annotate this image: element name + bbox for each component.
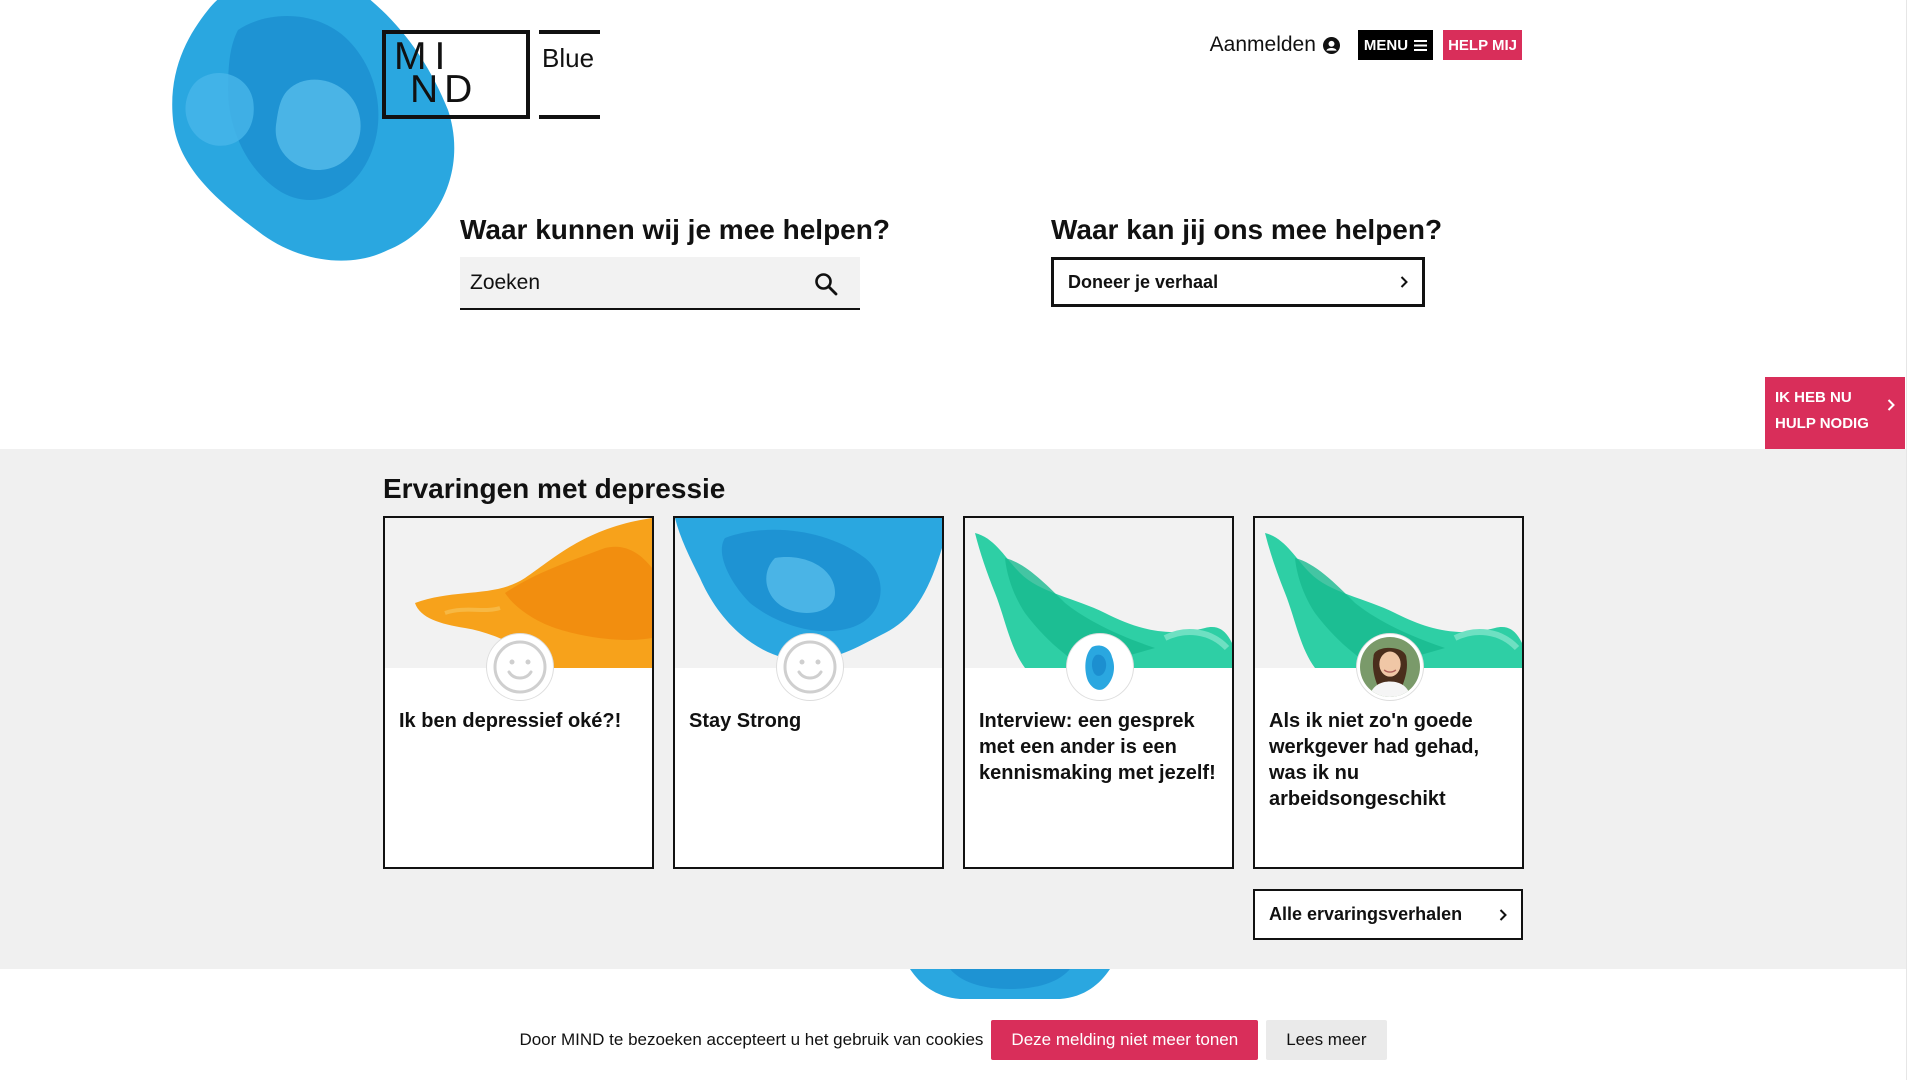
cookie-text: Door MIND te bezoeken accepteert u het g…	[519, 1030, 984, 1049]
top-nav: Aanmelden MENU HELP MIJ	[1210, 30, 1522, 60]
smiley-icon	[777, 634, 843, 700]
signin-link[interactable]: Aanmelden	[1210, 33, 1340, 57]
donate-story-button[interactable]: Doneer je verhaal	[1051, 257, 1425, 307]
search-section: Waar kunnen wij je mee helpen?	[460, 214, 890, 310]
logo-nd: ND	[410, 68, 479, 111]
chevron-right-icon	[1400, 276, 1408, 288]
signin-label: Aanmelden	[1209, 33, 1316, 56]
help-label: HELP MIJ	[1448, 36, 1517, 54]
all-stories-label: Alle ervaringsverhalen	[1269, 904, 1463, 924]
experiences-title: Ervaringen met depressie	[383, 473, 726, 504]
experience-card[interactable]: Interview: een gesprek met een ander is …	[963, 516, 1234, 869]
donate-section: Waar kan jij ons mee helpen? Doneer je v…	[1051, 214, 1443, 307]
menu-label: MENU	[1363, 36, 1409, 54]
hero-section: MI ND Blue Aanmelden MENU HELP MIJ Waar …	[0, 0, 1920, 449]
search-title: Waar kunnen wij je mee helpen?	[460, 214, 890, 245]
urgent-help-line2: HULP NODIG	[1775, 415, 1869, 432]
cookie-more-button[interactable]: Lees meer	[1266, 1020, 1387, 1060]
experiences-section: Ervaringen met depressie Ik ben depressi…	[0, 449, 1906, 969]
cookie-bar: Door MIND te bezoeken accepteert u het g…	[0, 1018, 1906, 1062]
mind-logo[interactable]: MI ND Blue	[382, 30, 600, 119]
logo-box: MI ND	[382, 30, 530, 119]
logo-blue: Blue	[539, 30, 600, 119]
experience-card[interactable]: Ik ben depressief oké?!	[383, 516, 654, 869]
search-box	[460, 257, 860, 310]
scrollbar-thumb[interactable]	[1910, 0, 1917, 1080]
experience-card[interactable]: Stay Strong	[673, 516, 944, 869]
all-stories-button[interactable]: Alle ervaringsverhalen	[1253, 889, 1523, 940]
donate-title: Waar kan jij ons mee helpen?	[1051, 214, 1443, 245]
search-input[interactable]	[470, 257, 800, 308]
card-title: Stay Strong	[689, 710, 802, 732]
donate-story-label: Doneer je verhaal	[1068, 271, 1219, 292]
urgent-help-button[interactable]: IK HEB NU HULP NODIG	[1765, 377, 1905, 449]
card-title: Als ik niet zo'n goede werkgever had geh…	[1269, 710, 1480, 810]
menu-button[interactable]: MENU	[1357, 30, 1434, 60]
card-title: Ik ben depressief oké?!	[399, 710, 622, 732]
user-icon	[1322, 36, 1340, 54]
urgent-help-line1: IK HEB NU	[1775, 389, 1852, 406]
experience-card[interactable]: Als ik niet zo'n goede werkgever had geh…	[1253, 516, 1524, 869]
chevron-right-icon	[1499, 908, 1507, 921]
scrollbar[interactable]	[1906, 0, 1920, 1080]
blue-ink-decoration	[910, 969, 1110, 999]
search-icon[interactable]	[814, 272, 838, 296]
help-me-button[interactable]: HELP MIJ	[1443, 30, 1522, 60]
card-title: Interview: een gesprek met een ander is …	[979, 710, 1216, 784]
cookie-more-label: Lees meer	[1286, 1030, 1367, 1049]
person-avatar	[1357, 634, 1423, 700]
cookie-accept-button[interactable]: Deze melding niet meer tonen	[991, 1020, 1259, 1060]
smiley-icon	[487, 634, 553, 700]
hamburger-icon	[1414, 39, 1428, 51]
cookie-accept-label: Deze melding niet meer tonen	[1011, 1030, 1239, 1049]
blue-ink-avatar-icon	[1067, 634, 1133, 700]
chevron-right-icon	[1887, 399, 1895, 411]
